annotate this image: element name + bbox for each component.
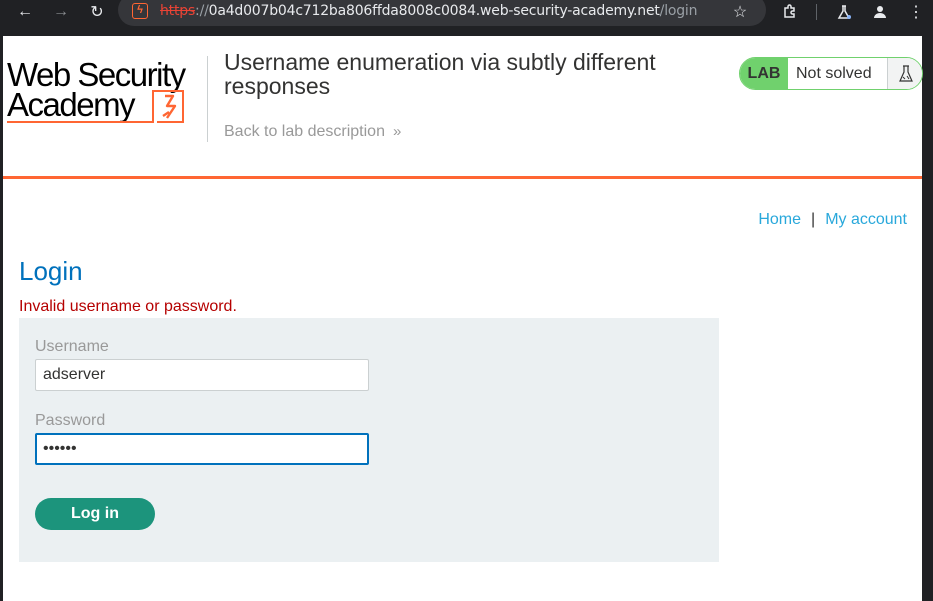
login-button[interactable]: Log in [35,498,155,530]
nav-separator: | [811,211,816,228]
password-label: Password [35,412,106,429]
back-link-label: Back to lab description [224,123,385,140]
flask-icon [887,58,922,89]
site-info-icon[interactable]: ϟ [132,3,148,19]
lab-badge: LAB [740,58,788,89]
home-link[interactable]: Home [758,211,801,228]
labs-flask-icon[interactable] [834,2,854,22]
username-field[interactable]: adserver [35,359,369,391]
top-navigation: Home | My account [758,211,907,229]
url-scheme: https [160,3,196,19]
username-label: Username [35,338,109,355]
double-chevron-right-icon: » [392,123,402,140]
web-security-academy-logo[interactable]: Web Security Academy [5,56,205,126]
url-host: 0a4d007b04c712ba806ffda8008c0084.web-sec… [208,3,660,19]
page-title: Login [19,256,83,286]
url-path: /login [659,3,698,19]
forward-arrow-icon[interactable]: → [52,3,70,21]
my-account-link[interactable]: My account [825,211,907,228]
header-rule [3,176,922,179]
menu-icon[interactable]: ⋮ [906,2,926,22]
header-divider [207,56,208,142]
toolbar-divider [816,4,817,20]
login-form: Username adserver Password •••••• Log in [19,318,719,562]
logo-text-line2: Academy [7,86,136,123]
lab-status-widget: LAB Not solved [739,57,923,90]
browser-toolbar: ← → ↻ ϟ https://0a4d007b04c712ba806ffda8… [0,0,933,26]
back-to-lab-description-link[interactable]: Back to lab description » [224,123,401,141]
lab-status-text: Not solved [796,65,872,82]
url-text[interactable]: https://0a4d007b04c712ba806ffda8008c0084… [160,3,697,19]
bookmark-star-icon[interactable]: ☆ [730,2,750,22]
back-arrow-icon[interactable]: ← [16,3,34,21]
extensions-icon[interactable] [780,2,800,22]
lab-title: Username enumeration via subtly differen… [224,49,656,99]
reload-icon[interactable]: ↻ [88,3,106,21]
url-separator: :// [195,3,209,19]
address-bar[interactable]: ϟ https://0a4d007b04c712ba806ffda8008c00… [118,0,766,26]
password-field[interactable]: •••••• [35,433,369,465]
error-message: Invalid username or password. [19,298,237,315]
profile-icon[interactable] [870,2,890,22]
page-content: Web Security Academy Username enumeratio… [3,36,923,601]
